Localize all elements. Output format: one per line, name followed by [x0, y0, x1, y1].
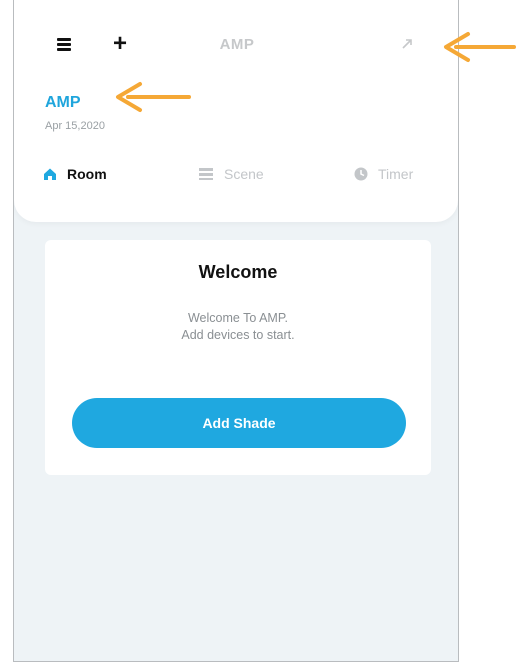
- welcome-line-1: Welcome To AMP.: [187, 311, 289, 325]
- welcome-message: Welcome To AMP. Add devices to start.: [45, 310, 431, 344]
- settings-icon[interactable]: [400, 37, 414, 51]
- annotation-arrow-home-name: [116, 82, 191, 112]
- annotation-arrow-settings: [444, 32, 516, 62]
- top-bar: + AMP: [14, 28, 458, 62]
- tab-bar: Room Scene Timer: [14, 160, 458, 188]
- clock-icon: [354, 167, 368, 181]
- screenshot-stage: + AMP AMP Apr 15,2020 Room Scene Timer W…: [0, 0, 520, 665]
- tab-scene-label: Scene: [224, 166, 264, 182]
- welcome-line-2: Add devices to start.: [181, 328, 295, 342]
- welcome-title: Welcome: [198, 262, 278, 282]
- tab-timer[interactable]: Timer: [354, 160, 413, 188]
- add-shade-button[interactable]: Add Shade: [72, 398, 406, 448]
- tab-scene[interactable]: Scene: [198, 160, 264, 188]
- tab-room-label: Room: [67, 166, 107, 182]
- welcome-card: Welcome Welcome To AMP. Add devices to s…: [45, 240, 431, 475]
- app-title: AMP: [219, 36, 255, 53]
- add-icon[interactable]: +: [110, 32, 130, 56]
- tab-timer-label: Timer: [378, 166, 414, 182]
- home-date: Apr 15,2020: [45, 120, 105, 132]
- home-name[interactable]: AMP: [45, 94, 81, 112]
- header-card: + AMP AMP Apr 15,2020 Room Scene Timer: [14, 0, 458, 222]
- menu-icon[interactable]: [57, 38, 71, 51]
- scene-icon: [199, 168, 213, 180]
- tab-room[interactable]: Room: [43, 160, 107, 188]
- home-icon: [44, 168, 56, 180]
- phone-screen: + AMP AMP Apr 15,2020 Room Scene Timer W…: [13, 0, 459, 662]
